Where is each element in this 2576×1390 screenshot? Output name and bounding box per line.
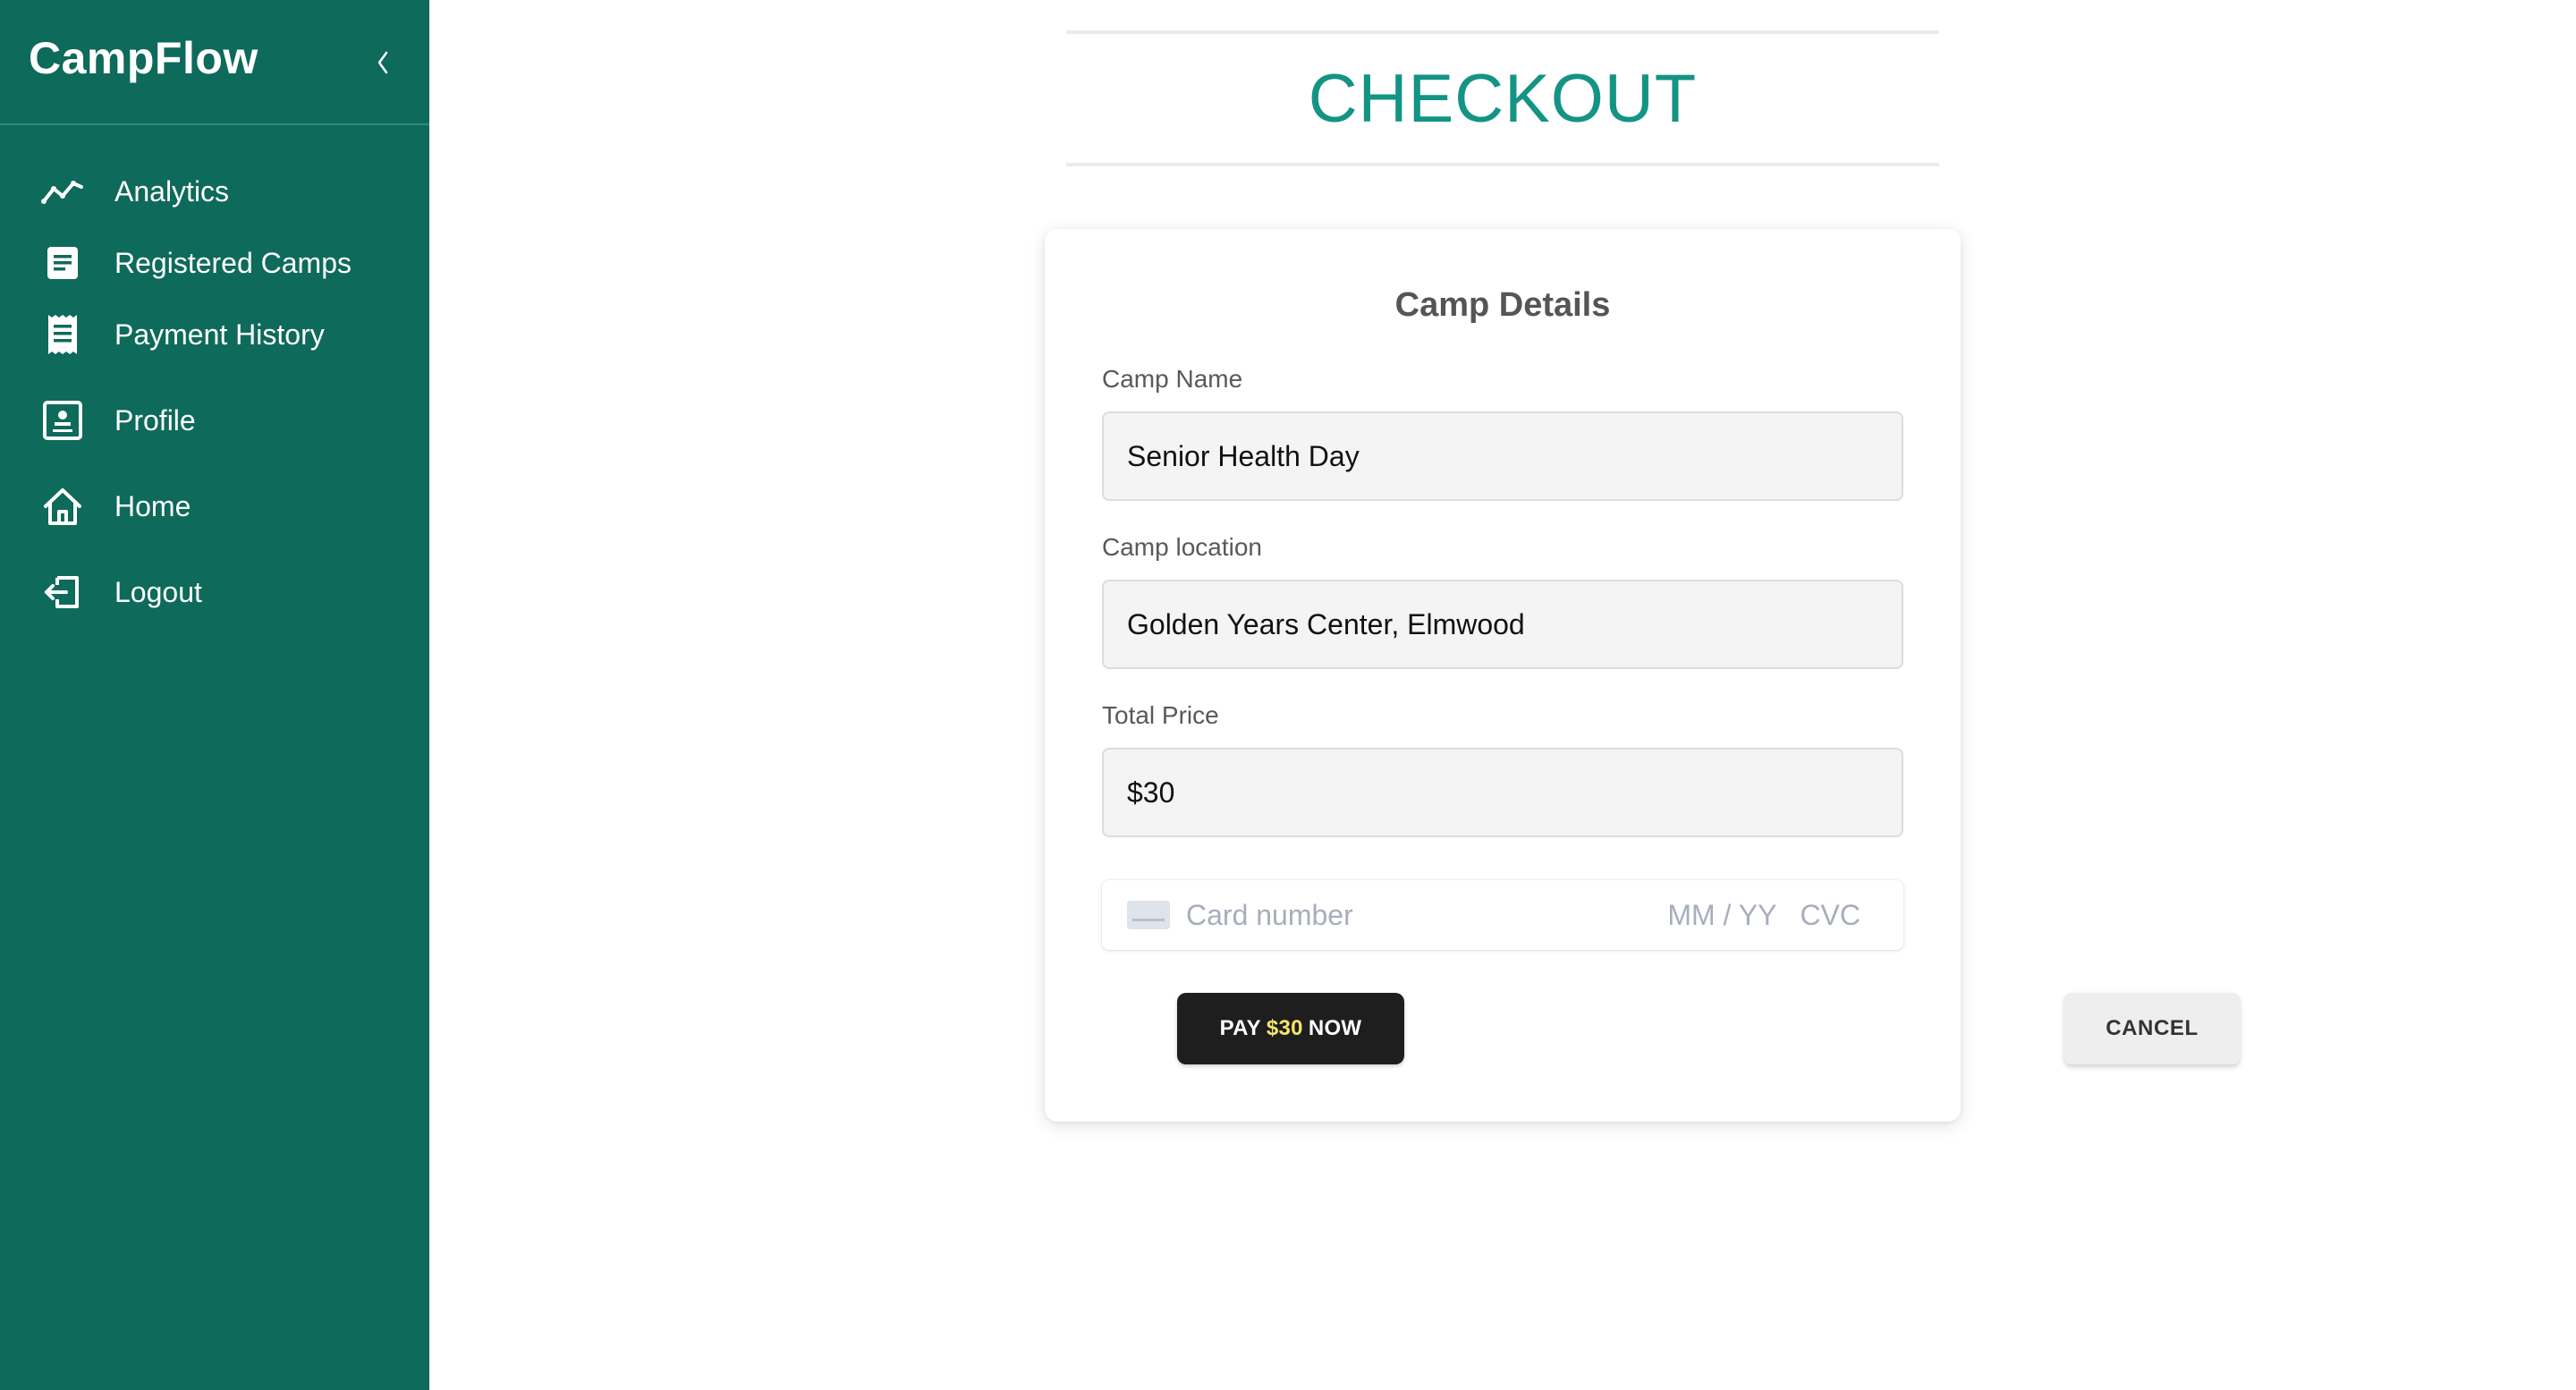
card-payment-field[interactable]: Card number MM / YY CVC [1102, 880, 1903, 950]
camp-name-label: Camp Name [1102, 365, 1243, 393]
page-title: CHECKOUT [1308, 60, 1698, 137]
card-number-placeholder[interactable]: Card number [1186, 899, 1667, 932]
card-expiry-placeholder[interactable]: MM / YY [1667, 899, 1776, 932]
sidebar-item-label: Analytics [114, 174, 230, 208]
chevron-left-icon [377, 51, 388, 74]
main-content: CHECKOUT Camp Details Camp Name Camp loc… [429, 0, 2576, 1390]
trending-line-icon [39, 168, 86, 215]
logout-icon [39, 569, 86, 615]
total-price-label: Total Price [1102, 701, 1219, 729]
sidebar-item-label: Payment History [114, 318, 325, 351]
collapse-sidebar-button[interactable] [365, 41, 401, 84]
pay-button-amount: $30 [1266, 1016, 1303, 1040]
sidebar-header: CampFlow [0, 0, 429, 125]
sidebar-item-profile[interactable]: Profile [39, 394, 196, 447]
credit-card-icon [1127, 901, 1170, 929]
cancel-button[interactable]: CANCEL [2064, 993, 2240, 1064]
pay-button-prefix: PAY [1219, 1016, 1261, 1040]
app-root: CampFlow Analytics Registered Camps Paym… [0, 0, 2576, 1390]
total-price-input[interactable] [1102, 748, 1903, 837]
camp-name-input[interactable] [1102, 411, 1903, 501]
camp-location-input[interactable] [1102, 580, 1903, 669]
sidebar-item-label: Profile [114, 403, 196, 436]
receipt-icon [39, 311, 86, 358]
section-title: Camp Details [1394, 286, 1611, 324]
pay-button-suffix: NOW [1308, 1016, 1362, 1040]
sidebar-item-label: Registered Camps [114, 246, 352, 279]
camp-location-label: Camp location [1102, 533, 1262, 561]
page-title-wrapper: CHECKOUT [1066, 30, 1939, 166]
sidebar: CampFlow Analytics Registered Camps Paym… [0, 0, 429, 1390]
profile-card-icon [39, 397, 86, 444]
sidebar-item-label: Logout [114, 575, 202, 608]
checkout-card: Camp Details Camp Name Camp location Tot… [1045, 229, 2240, 1122]
sidebar-item-label: Home [114, 489, 191, 522]
home-icon [39, 483, 86, 530]
brand-logo: CampFlow [29, 33, 258, 83]
card-cvc-placeholder[interactable]: CVC [1800, 899, 1860, 932]
pay-now-button[interactable]: PAY $30 NOW [1177, 993, 1404, 1064]
sidebar-item-home[interactable]: Home [39, 479, 191, 533]
sidebar-item-registered-camps[interactable]: Registered Camps [39, 236, 352, 290]
document-icon [39, 240, 86, 286]
sidebar-item-payment-history[interactable]: Payment History [39, 308, 325, 361]
sidebar-item-analytics[interactable]: Analytics [39, 165, 229, 218]
sidebar-item-logout[interactable]: Logout [39, 565, 202, 619]
